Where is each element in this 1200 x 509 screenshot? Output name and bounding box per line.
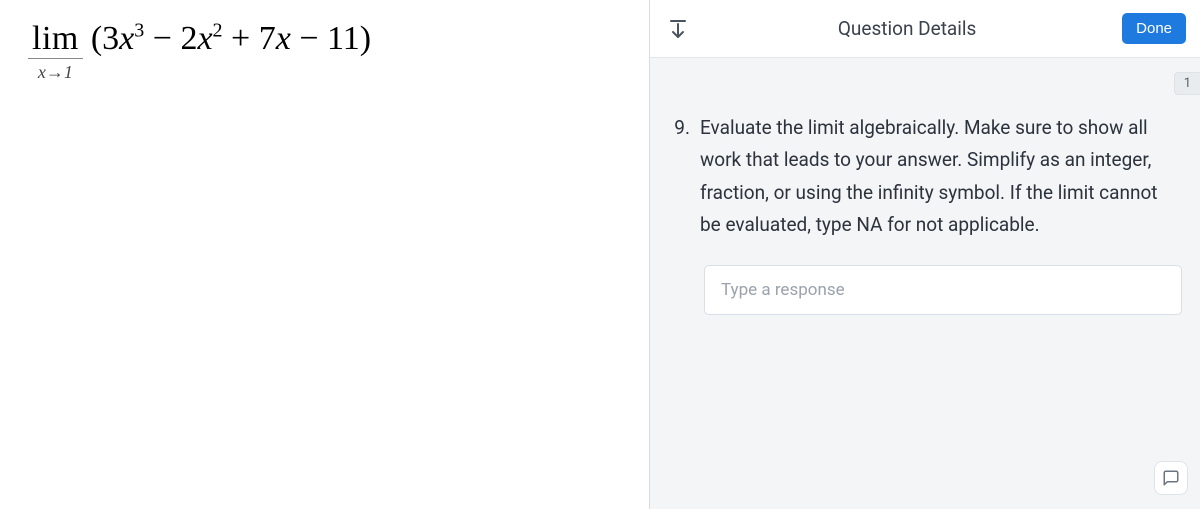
details-header: Question Details Done — [650, 0, 1200, 58]
limit-operator: lim x→1 — [28, 22, 83, 81]
points-badge: 1 — [1174, 72, 1200, 95]
limit-subscript: x→1 — [38, 63, 73, 81]
details-title: Question Details — [692, 17, 1122, 40]
details-pane: Question Details Done 1 9. Evaluate the … — [650, 0, 1200, 509]
response-input[interactable]: Type a response — [704, 265, 1182, 315]
question-prompt: Evaluate the limit algebraically. Make s… — [700, 112, 1182, 241]
collapse-down-icon[interactable] — [664, 15, 692, 43]
limit-word: lim — [28, 22, 83, 59]
question-row: 9. Evaluate the limit algebraically. Mak… — [668, 112, 1182, 241]
chat-icon[interactable] — [1154, 461, 1188, 495]
polynomial: (3x3 − 2x2 + 7x − 11) — [91, 22, 371, 56]
question-number: 9. — [668, 112, 700, 241]
done-button[interactable]: Done — [1122, 13, 1186, 44]
problem-pane: lim x→1 (3x3 − 2x2 + 7x − 11) — [0, 0, 650, 509]
limit-expression: lim x→1 (3x3 − 2x2 + 7x − 11) — [28, 22, 371, 81]
details-body: 1 9. Evaluate the limit algebraically. M… — [650, 58, 1200, 509]
